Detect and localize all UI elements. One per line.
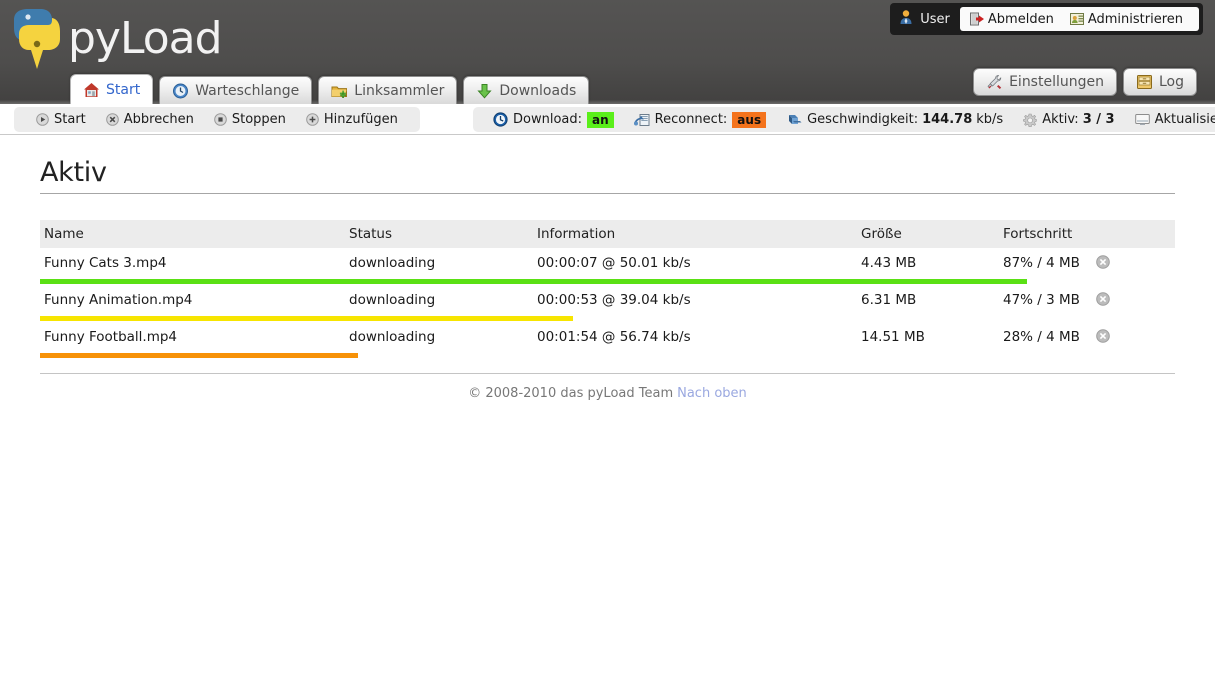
user-box: User Abmelden [890,3,1203,35]
stop-circle-icon [214,113,227,126]
administration-button[interactable]: Administrieren [1070,12,1183,27]
delete-circle-icon[interactable] [1096,329,1110,343]
progress-text: 87% / 4 MB [1003,255,1080,271]
file-progress: 28% / 4 MB [999,322,1175,351]
column-header-progress: Fortschritt [999,220,1175,248]
table-row[interactable]: Funny Football.mp4 downloading 00:01:54 … [40,322,1175,351]
tab-warteschlange[interactable]: Warteschlange [159,76,312,104]
active-downloads-table: Name Status Information Größe Fortschrit… [40,220,1175,359]
progress-track [40,279,1175,284]
file-progress: 87% / 4 MB [999,248,1175,277]
column-header-size: Größe [857,220,999,248]
refresh-monitor-icon [1135,113,1150,126]
file-size: 14.51 MB [857,322,999,351]
drawer-icon [1136,74,1153,90]
cancel-button[interactable]: Abbrechen [106,112,194,127]
file-name: Funny Animation.mp4 [40,285,345,314]
page-footer: © 2008-2010 das pyLoad Team Nach oben [40,373,1175,401]
tab-linksammler[interactable]: Linksammler [318,76,457,104]
progress-bar-row [40,314,1175,322]
file-status: downloading [345,322,533,351]
user-actions: Abmelden Administrieren [960,7,1199,31]
play-circle-icon [36,113,49,126]
file-progress: 47% / 3 MB [999,285,1175,314]
progress-fill [40,353,358,358]
file-information: 00:00:07 @ 50.01 kb/s [533,248,857,277]
main-tabs: Start Warteschlange Linksam [70,74,595,104]
speed-value: 144.78 [922,112,972,127]
pyload-logo-icon [10,6,64,72]
add-button[interactable]: Hinzufügen [306,112,398,127]
action-toolbar: Start Abbrechen Stoppen [0,104,1215,135]
plus-circle-icon [306,113,319,126]
tools-icon [986,74,1003,90]
logout-icon [970,12,985,26]
reconnect-state-badge: aus [732,112,766,128]
home-icon [83,82,100,98]
active-status: Aktiv: 3 / 3 [1023,112,1114,127]
reconnect-status[interactable]: Reconnect: aus [634,112,766,128]
column-header-status: Status [345,220,533,248]
file-size: 4.43 MB [857,248,999,277]
logout-button[interactable]: Abmelden [970,12,1054,27]
progress-fill [40,316,573,321]
clock-blue-icon [493,112,508,127]
toolbar-status-group: Download: an Reconnect: aus [473,107,1215,132]
file-information: 00:00:53 @ 39.04 kb/s [533,285,857,314]
cancel-circle-icon [106,113,119,126]
column-header-information: Information [533,220,857,248]
toolbar-actions-group: Start Abbrechen Stoppen [14,107,420,132]
reconnect-icon [634,113,650,127]
back-to-top-link[interactable]: Nach oben [677,386,747,401]
table-row[interactable]: Funny Animation.mp4 downloading 00:00:53… [40,285,1175,314]
speed-unit: kb/s [976,112,1003,127]
page-title: Aktiv [40,135,1175,194]
table-row[interactable]: Funny Cats 3.mp4 downloading 00:00:07 @ … [40,248,1175,277]
refresh-button[interactable]: Aktualisieren [1135,112,1215,127]
tab-log[interactable]: Log [1123,68,1197,96]
file-size: 6.31 MB [857,285,999,314]
progress-fill [40,279,1027,284]
file-name: Funny Cats 3.mp4 [40,248,345,277]
progress-track [40,316,1175,321]
download-status[interactable]: Download: an [493,112,614,128]
file-information: 00:01:54 @ 56.74 kb/s [533,322,857,351]
progress-bar-row [40,277,1175,285]
download-arrow-icon [476,83,493,99]
progress-bar-row [40,351,1175,359]
clock-icon [172,83,189,99]
active-value: 3 / 3 [1083,112,1115,127]
progress-text: 28% / 4 MB [1003,329,1080,345]
user-avatar-icon [898,9,914,29]
admin-card-icon [1070,12,1085,26]
user-name: User [920,12,950,27]
tab-start[interactable]: Start [70,74,153,104]
gear-icon [1023,113,1037,127]
table-header-row: Name Status Information Größe Fortschrit… [40,220,1175,248]
progress-track [40,353,1175,358]
file-status: downloading [345,248,533,277]
tab-einstellungen[interactable]: Einstellungen [973,68,1117,96]
file-name: Funny Football.mp4 [40,322,345,351]
tab-downloads[interactable]: Downloads [463,76,589,104]
brand-name: pyLoad [68,17,222,61]
start-button[interactable]: Start [36,112,86,127]
utility-tabs: Einstellungen Log [973,68,1203,96]
delete-circle-icon[interactable] [1096,255,1110,269]
speed-icon [786,113,802,127]
brand-logo[interactable]: pyLoad [10,6,222,72]
folder-add-icon [331,83,348,99]
column-header-name: Name [40,220,345,248]
file-status: downloading [345,285,533,314]
delete-circle-icon[interactable] [1096,292,1110,306]
main-content: Aktiv Name Status Information Größe Fort… [0,135,1215,401]
stop-button[interactable]: Stoppen [214,112,286,127]
copyright-text: © 2008-2010 das pyLoad Team [468,386,673,401]
download-state-badge: an [587,112,614,128]
progress-text: 47% / 3 MB [1003,292,1080,308]
page-header: pyLoad User Abmelden [0,0,1215,104]
speed-status: Geschwindigkeit: 144.78 kb/s [786,112,1003,127]
